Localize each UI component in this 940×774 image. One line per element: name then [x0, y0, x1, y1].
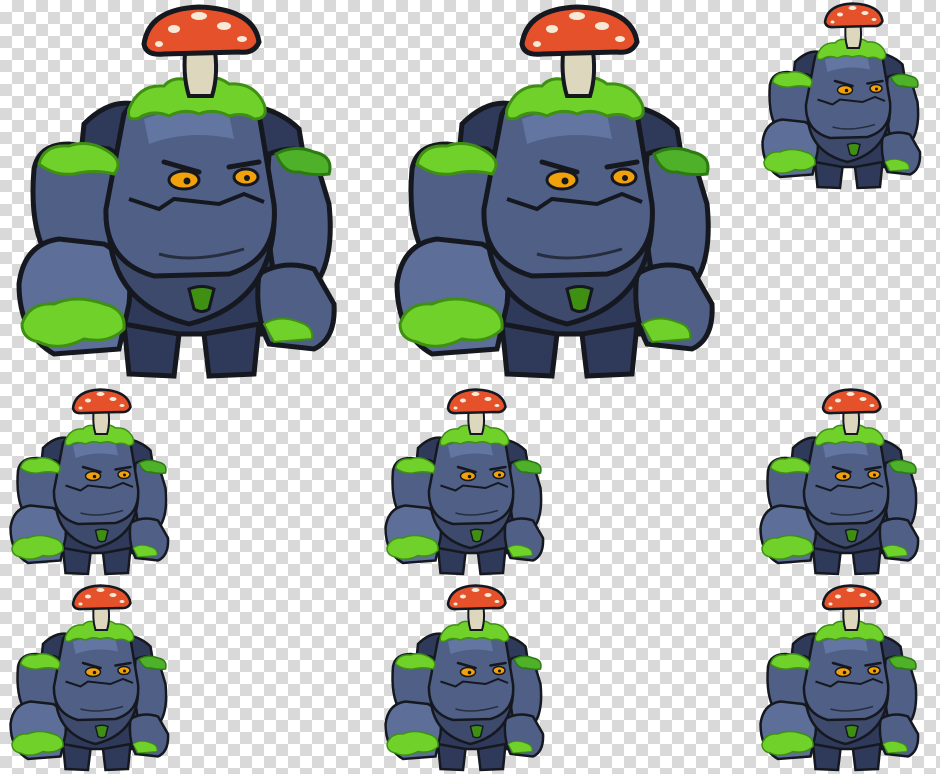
stone-golem-icon	[384, 388, 545, 576]
stone-golem-icon	[759, 584, 920, 772]
golem-sprite-frame-1	[14, 4, 344, 380]
stone-golem-icon	[397, 7, 712, 376]
golem-sprite-frame-2	[392, 4, 722, 380]
golem-sprite-frame-3	[761, 2, 922, 190]
golem-sprite-frame-6	[759, 388, 920, 576]
stone-golem-icon	[9, 388, 170, 576]
golem-sprite-frame-8	[384, 584, 545, 772]
stone-golem-icon	[761, 2, 922, 190]
golem-sprite-frame-9	[759, 584, 920, 772]
stone-golem-icon	[384, 584, 545, 772]
golem-sprite-frame-5	[384, 388, 545, 576]
stone-golem-icon	[19, 7, 334, 376]
golem-sprite-frame-7	[9, 584, 170, 772]
golem-sprite-frame-4	[9, 388, 170, 576]
sprite-sheet	[0, 0, 940, 774]
stone-golem-icon	[759, 388, 920, 576]
stone-golem-icon	[9, 584, 170, 772]
